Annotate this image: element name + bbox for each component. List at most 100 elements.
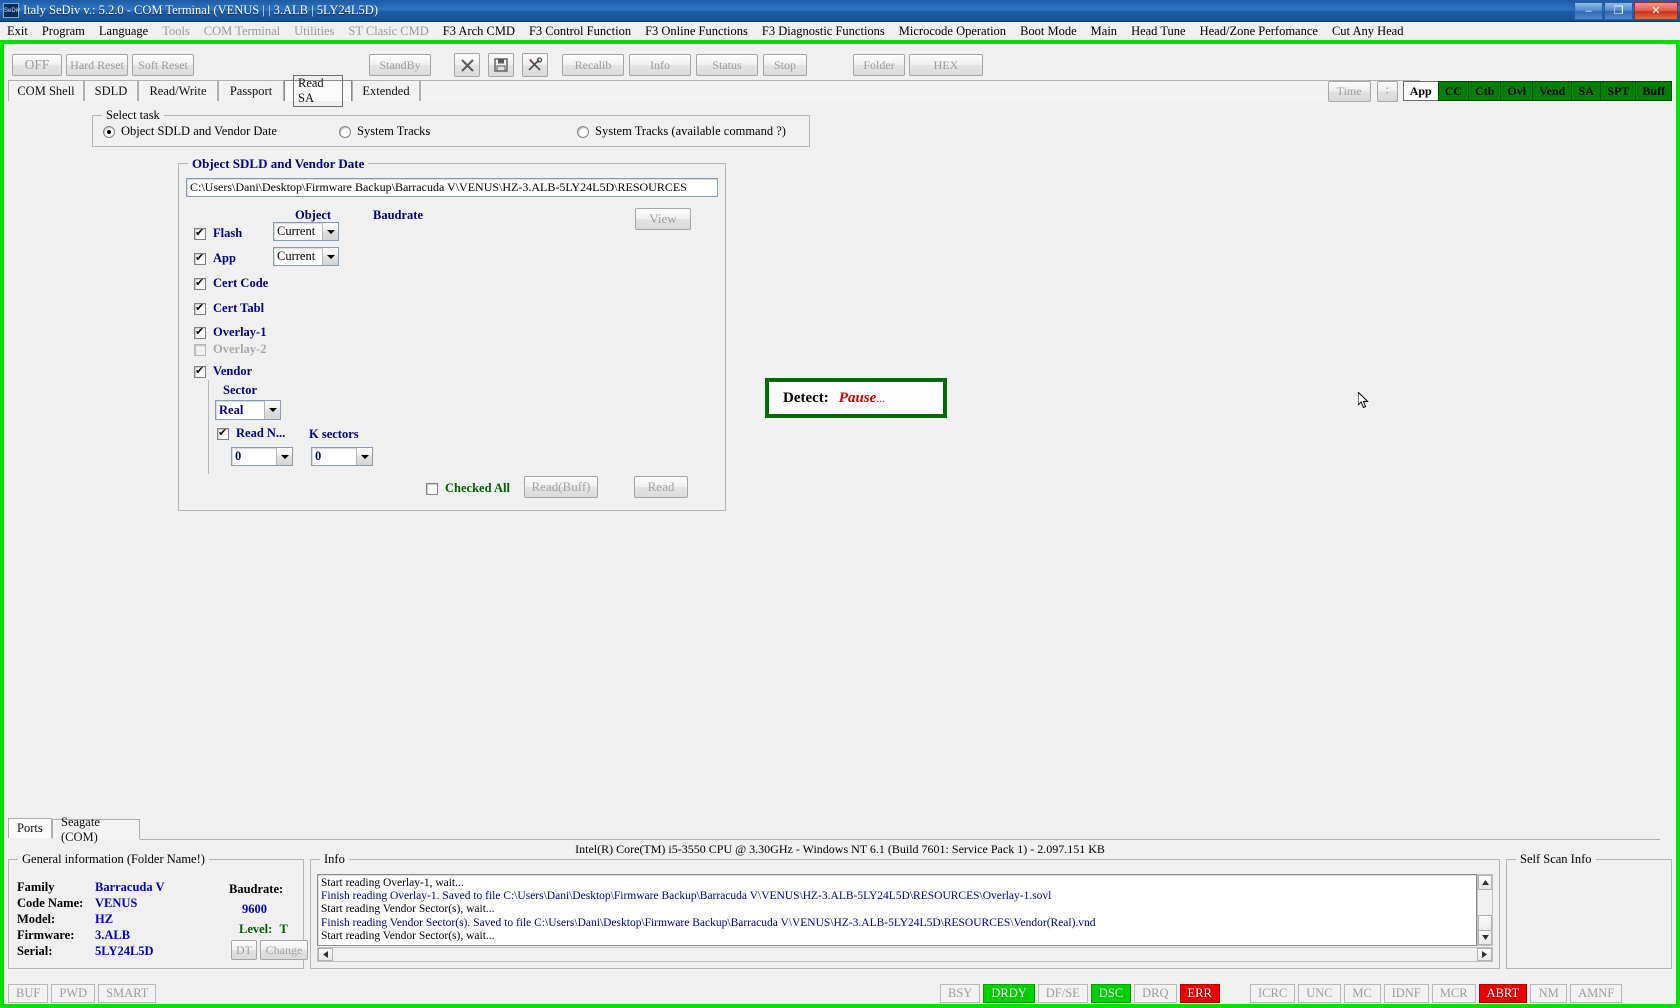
flag-pwd[interactable]: PWD (51, 984, 96, 1003)
tab-extended[interactable]: Extended (352, 80, 420, 101)
recalib-button[interactable]: Recalib (562, 54, 624, 76)
flag-dsc[interactable]: DSC (1090, 984, 1132, 1003)
menu-item-microcode-operation[interactable]: Microcode Operation (892, 22, 1013, 40)
menu-item-f3-control-function[interactable]: F3 Control Function (522, 22, 638, 40)
led-ctb[interactable]: Ctb (1468, 81, 1502, 101)
checkbox-app[interactable]: App (194, 251, 236, 266)
flag-err[interactable]: ERR (1179, 984, 1220, 1003)
flag-bsy[interactable]: BSY (940, 984, 981, 1003)
tab-passport[interactable]: Passport (218, 80, 284, 101)
chevron-down-icon[interactable] (322, 248, 338, 265)
floppy-save-icon[interactable] (488, 53, 514, 77)
scroll-left-arrow-icon[interactable] (318, 948, 333, 961)
flag-df-se[interactable]: DF/SE (1037, 984, 1088, 1003)
chevron-down-icon[interactable] (276, 448, 292, 465)
led-ovl[interactable]: Ovl (1500, 81, 1534, 101)
checkbox-overlay-1[interactable]: Overlay-1 (194, 325, 266, 340)
flag-smart[interactable]: SMART (98, 984, 157, 1003)
menu-item-cut-any-head[interactable]: Cut Any Head (1325, 22, 1411, 40)
change-button[interactable]: Change (260, 940, 308, 960)
radio-system-tracks[interactable]: System Tracks (339, 124, 430, 139)
detect-dots: ... (876, 390, 886, 405)
dt-button[interactable]: DT (231, 940, 257, 960)
info-log-horizontal-scrollbar[interactable] (317, 947, 1493, 962)
checkbox-cert-code[interactable]: Cert Code (194, 276, 268, 291)
tab-read-write[interactable]: Read/Write (138, 80, 218, 101)
baudrate-combo-app[interactable]: Current (273, 247, 339, 266)
read-button[interactable]: Read (634, 476, 688, 498)
hard-reset-button[interactable]: Hard Reset (66, 54, 128, 76)
resources-path-input[interactable]: C:\Users\Dani\Desktop\Firmware Backup\Ba… (186, 178, 718, 197)
read-buff-button[interactable]: Read(Buff) (524, 476, 598, 498)
menu-item-main[interactable]: Main (1084, 22, 1124, 40)
standby-button[interactable]: StandBy (369, 54, 431, 76)
baudrate-combo-flash[interactable]: Current (273, 222, 339, 241)
time-button[interactable]: Time (1327, 80, 1371, 102)
off-button[interactable]: OFF (12, 54, 62, 76)
scroll-right-arrow-icon[interactable] (1477, 948, 1492, 961)
bottom-tab-seagate-com[interactable]: Seagate (COM) (52, 815, 140, 844)
menu-item-head-tune[interactable]: Head Tune (1124, 22, 1193, 40)
checkbox-vendor[interactable]: Vendor (194, 364, 252, 379)
chevron-down-icon[interactable] (356, 448, 372, 465)
radio-object-sdld-and-vendor-date[interactable]: Object SDLD and Vendor Date (103, 124, 277, 139)
checkbox-checked-all[interactable]: Checked All (426, 481, 510, 496)
led-app[interactable]: App (1402, 81, 1439, 101)
flag-drdy[interactable]: DRDY (983, 984, 1035, 1003)
flag-mcr[interactable]: MCR (1431, 984, 1476, 1003)
scroll-up-arrow-icon[interactable] (1478, 875, 1492, 890)
bottom-tab-ports[interactable]: Ports (8, 818, 52, 838)
view-button[interactable]: View (635, 208, 691, 230)
menu-item-head-zone-perfomance[interactable]: Head/Zone Perfomance (1193, 22, 1325, 40)
info-button[interactable]: Info (629, 54, 691, 76)
led-cc[interactable]: CC (1437, 81, 1470, 101)
flag-abrt[interactable]: ABRT (1478, 984, 1528, 1003)
menu-item-f3-diagnostic-functions[interactable]: F3 Diagnostic Functions (755, 22, 892, 40)
menu-item-program[interactable]: Program (35, 22, 92, 40)
led-spt[interactable]: SPT (1600, 81, 1637, 101)
led-sa[interactable]: SA (1571, 81, 1602, 101)
chevron-down-icon[interactable] (264, 401, 280, 419)
flag-icrc[interactable]: ICRC (1250, 984, 1296, 1003)
flag-idnf[interactable]: IDNF (1383, 984, 1429, 1003)
k-sectors-combo[interactable]: 0 (311, 447, 373, 466)
close-x-icon[interactable] (454, 53, 480, 77)
hex-button[interactable]: HEX (909, 54, 983, 76)
menu-item-boot-mode[interactable]: Boot Mode (1013, 22, 1084, 40)
status-button[interactable]: Status (696, 54, 758, 76)
read-n-combo[interactable]: 0 (231, 447, 293, 466)
scroll-down-arrow-icon[interactable] (1478, 930, 1492, 945)
menu-item-exit[interactable]: Exit (0, 22, 35, 40)
flag-buf[interactable]: BUF (8, 984, 49, 1003)
flag-nm[interactable]: NM (1530, 984, 1568, 1003)
info-log-vertical-scrollbar[interactable] (1477, 874, 1493, 946)
checkbox-flash[interactable]: Flash (194, 226, 242, 241)
tab-read-sa[interactable]: Read SA (284, 75, 352, 107)
close-button[interactable]: ✕ (1634, 1, 1678, 20)
led-vend[interactable]: Vend (1532, 81, 1573, 101)
chevron-down-icon[interactable] (322, 223, 338, 240)
checkbox-cert-tabl[interactable]: Cert Tabl (194, 301, 264, 316)
tools-icon[interactable] (522, 53, 548, 77)
checkbox-read-n[interactable]: Read N... (217, 426, 285, 441)
menu-item-f3-arch-cmd[interactable]: F3 Arch CMD (436, 22, 522, 40)
folder-button[interactable]: Folder (853, 54, 905, 76)
radio-system-tracks-available-command[interactable]: System Tracks (available command ?) (577, 124, 786, 139)
minimize-button[interactable]: – (1574, 1, 1603, 20)
led-buff[interactable]: Buff (1635, 81, 1672, 101)
flag-amnf[interactable]: AMNF (1570, 984, 1623, 1003)
info-log-textarea[interactable]: Start reading Overlay-1, wait... Finish … (317, 874, 1477, 946)
colon-button[interactable]: ∶ (1376, 80, 1398, 102)
stop-button[interactable]: Stop (763, 54, 807, 76)
flag-unc[interactable]: UNC (1298, 984, 1341, 1003)
menu-item-f3-online-functions[interactable]: F3 Online Functions (638, 22, 755, 40)
flag-mc[interactable]: MC (1343, 984, 1381, 1003)
menu-item-language[interactable]: Language (92, 22, 155, 40)
tab-com-shell[interactable]: COM Shell (8, 80, 84, 101)
soft-reset-button[interactable]: Soft Reset (132, 54, 194, 76)
tab-sdld[interactable]: SDLD (84, 80, 138, 101)
maximize-button[interactable]: ❐ (1604, 1, 1633, 20)
info-log-legend: Info (320, 852, 349, 867)
sector-combo[interactable]: Real (215, 400, 281, 420)
flag-drq[interactable]: DRQ (1134, 984, 1177, 1003)
